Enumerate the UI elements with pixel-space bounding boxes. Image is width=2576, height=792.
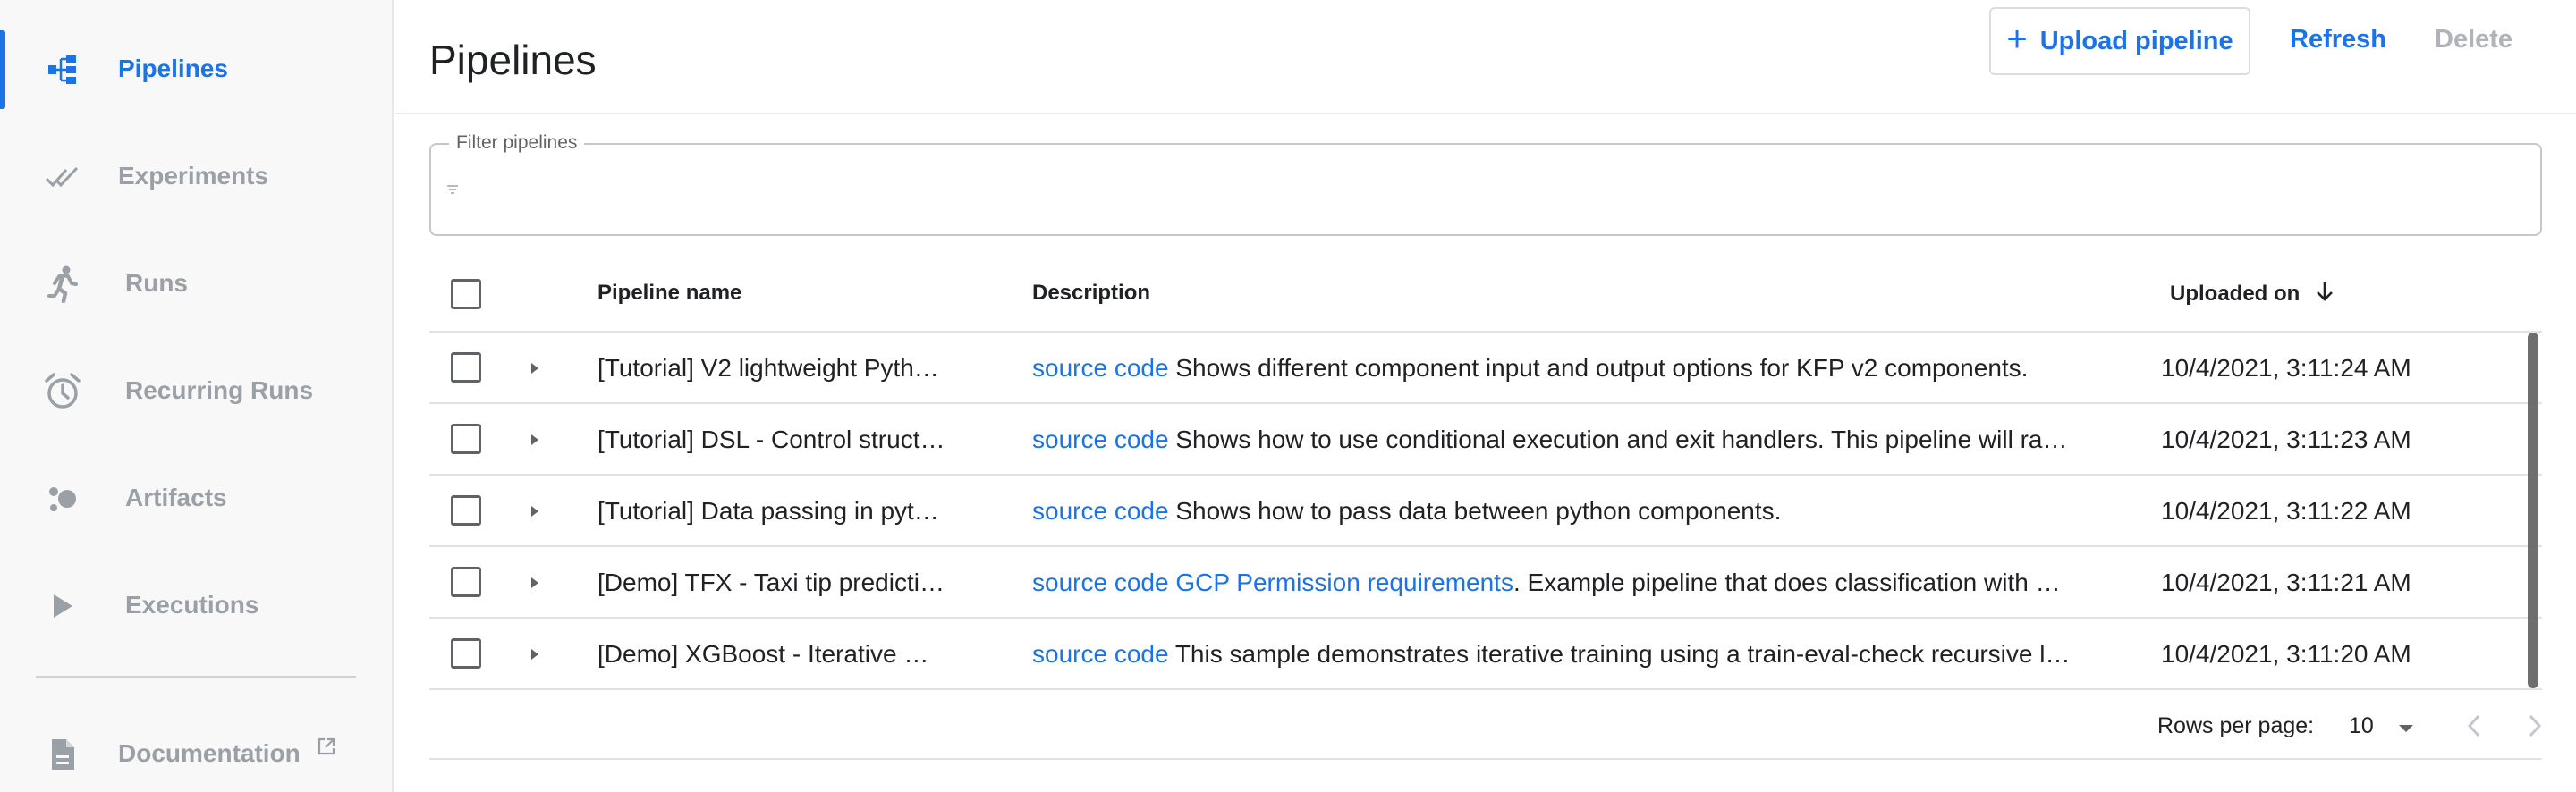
rows-per-page-select[interactable]: 10 (2342, 706, 2431, 746)
sort-arrow-down-icon (2315, 281, 2334, 308)
table-header: Pipeline name Description Uploaded on (429, 259, 2542, 333)
column-header-description: Description (1032, 281, 1151, 305)
play-icon (43, 586, 82, 626)
table-row[interactable]: [Demo] TFX - Taxi tip predicti… source c… (429, 547, 2542, 619)
sidebar-item-documentation[interactable]: Documentation (0, 710, 394, 792)
pipeline-description: source code GCP Permission requirements.… (1032, 569, 2131, 597)
sidebar-divider (36, 676, 356, 678)
column-header-name[interactable]: Pipeline name (597, 281, 741, 306)
uploaded-on: 10/4/2021, 3:11:24 AM (2161, 354, 2411, 382)
pipeline-description: source code Shows how to pass data betwe… (1032, 497, 2131, 526)
description-text: Shows different component input and outp… (1168, 354, 2029, 382)
sidebar-item-label: Documentation (118, 739, 301, 767)
source-code-link[interactable]: source code (1032, 640, 1169, 668)
previous-page-button[interactable] (2456, 708, 2492, 744)
pipeline-description: source code Shows how to use conditional… (1032, 425, 2131, 454)
source-code-link[interactable]: source code (1032, 569, 1169, 596)
sidebar-item-label: Executions (125, 591, 259, 619)
row-checkbox[interactable] (451, 567, 481, 597)
uploaded-on: 10/4/2021, 3:11:22 AM (2161, 497, 2411, 525)
active-indicator (0, 30, 5, 109)
table-row[interactable]: [Tutorial] DSL - Control struct… source … (429, 404, 2542, 476)
uploaded-on: 10/4/2021, 3:11:21 AM (2161, 569, 2411, 596)
pipeline-name[interactable]: [Demo] TFX - Taxi tip predicti… (597, 569, 964, 597)
runs-icon (43, 265, 82, 304)
app: Pipelines Experiments Runs Recurring Run… (0, 0, 2576, 792)
sidebar-item-executions[interactable]: Executions (0, 561, 394, 651)
sidebar-item-label: Experiments (118, 162, 269, 190)
sidebar-item-label: Recurring Runs (125, 376, 314, 404)
expand-row-icon[interactable] (522, 570, 547, 595)
description-text: Shows how to use conditional execution a… (1168, 425, 2068, 453)
refresh-button[interactable]: Refresh (2290, 25, 2386, 55)
filter-pipelines-field[interactable]: Filter pipelines (429, 132, 2542, 236)
source-code-link[interactable]: source code (1032, 425, 1169, 453)
filter-input[interactable] (474, 172, 2522, 211)
sidebar-item-artifacts[interactable]: Artifacts (0, 454, 394, 543)
column-header-uploaded[interactable]: Uploaded on (2170, 281, 2334, 308)
row-checkbox[interactable] (451, 495, 481, 526)
filter-icon (445, 182, 460, 197)
sidebar: Pipelines Experiments Runs Recurring Run… (0, 0, 394, 792)
pipeline-name[interactable]: [Tutorial] V2 lightweight Pyth… (597, 354, 964, 383)
row-checkbox[interactable] (451, 424, 481, 454)
next-page-button[interactable] (2517, 708, 2553, 744)
pipeline-description: source code This sample demonstrates ite… (1032, 640, 2131, 669)
table-scrollbar[interactable] (2528, 333, 2538, 688)
pipeline-name[interactable]: [Tutorial] DSL - Control struct… (597, 425, 964, 454)
description-text: Shows how to pass data between python co… (1168, 497, 1782, 525)
uploaded-on: 10/4/2021, 3:11:23 AM (2161, 425, 2411, 453)
table-row[interactable]: [Demo] XGBoost - Iterative … source code… (429, 619, 2542, 690)
expand-row-icon[interactable] (522, 356, 547, 381)
sidebar-item-pipelines[interactable]: Pipelines (0, 25, 394, 114)
document-icon (43, 735, 82, 774)
pipeline-description: source code Shows different component in… (1032, 354, 2131, 383)
external-link-icon (317, 737, 336, 761)
sidebar-item-runs[interactable]: Runs (0, 240, 394, 329)
sidebar-item-label: Artifacts (125, 484, 227, 511)
row-checkbox[interactable] (451, 638, 481, 669)
description-text: This sample demonstrates iterative train… (1168, 640, 2071, 668)
pipeline-name[interactable]: [Demo] XGBoost - Iterative … (597, 640, 964, 669)
rows-per-page-value: 10 (2349, 713, 2374, 738)
experiments-icon (43, 157, 82, 197)
alarm-clock-icon (43, 372, 82, 411)
sidebar-item-label: Runs (125, 269, 188, 297)
page-header: Pipelines + Upload pipeline Refresh Dele… (395, 0, 2576, 114)
uploaded-on: 10/4/2021, 3:11:20 AM (2161, 640, 2411, 668)
source-code-link[interactable]: source code (1032, 497, 1169, 525)
sidebar-item-label: Pipelines (118, 55, 228, 82)
rows-per-page-label: Rows per page: (2157, 713, 2315, 738)
expand-row-icon[interactable] (522, 642, 547, 667)
expand-row-icon[interactable] (522, 499, 547, 524)
upload-pipeline-button[interactable]: + Upload pipeline (1989, 7, 2250, 75)
caret-down-icon (2397, 722, 2415, 738)
sidebar-item-recurring-runs[interactable]: Recurring Runs (0, 347, 394, 436)
select-all-checkbox[interactable] (451, 279, 481, 309)
source-code-link[interactable]: source code (1032, 354, 1169, 382)
pipelines-table: Pipeline name Description Uploaded on [T… (429, 259, 2542, 690)
expand-row-icon[interactable] (522, 427, 547, 452)
upload-pipeline-label: Upload pipeline (2039, 26, 2233, 55)
pipeline-name[interactable]: [Tutorial] Data passing in pyt… (597, 497, 964, 526)
row-checkbox[interactable] (451, 352, 481, 383)
filter-label: Filter pipelines (449, 132, 585, 154)
pagination: Rows per page: 10 (429, 697, 2542, 760)
page-title: Pipelines (429, 37, 597, 83)
table-row[interactable]: [Tutorial] Data passing in pyt… source c… (429, 476, 2542, 547)
column-header-uploaded-label: Uploaded on (2170, 281, 2301, 306)
pipelines-icon (43, 50, 82, 89)
plus-icon: + (2006, 20, 2028, 59)
description-text: . Example pipeline that does classificat… (1513, 569, 2061, 596)
artifacts-icon (43, 479, 82, 518)
gcp-permission-link[interactable]: GCP Permission requirements (1175, 569, 1513, 596)
main-content: Pipelines + Upload pipeline Refresh Dele… (395, 0, 2576, 792)
delete-button[interactable]: Delete (2435, 25, 2512, 55)
table-row[interactable]: [Tutorial] V2 lightweight Pyth… source c… (429, 333, 2542, 404)
sidebar-item-experiments[interactable]: Experiments (0, 132, 394, 222)
